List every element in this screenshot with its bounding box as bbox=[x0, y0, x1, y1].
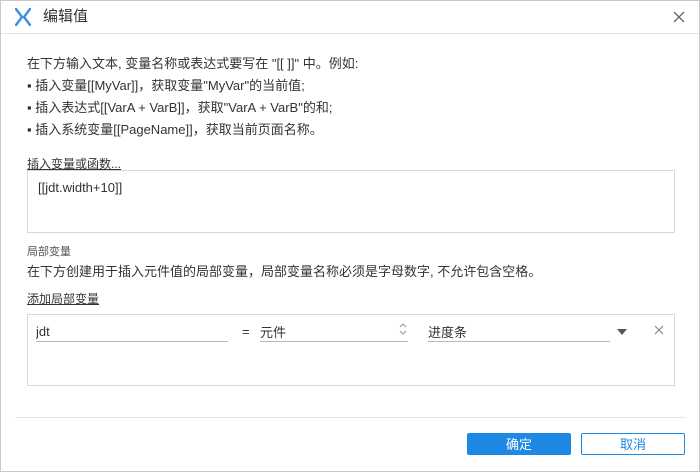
add-local-variable-link[interactable]: 添加局部变量 bbox=[27, 290, 99, 307]
ok-button[interactable]: 确定 bbox=[467, 433, 571, 455]
footer-divider bbox=[15, 417, 685, 418]
variable-type-value: 元件 bbox=[260, 325, 287, 340]
instruction-line: 在下方输入文本, 变量名称或表达式要写在 "[[ ]]" 中。例如: bbox=[27, 56, 359, 71]
window-title: 编辑值 bbox=[43, 8, 89, 25]
local-variables-heading: 局部变量 bbox=[27, 246, 71, 258]
expression-editor[interactable]: [[jdt.width+10]] bbox=[27, 170, 675, 233]
title-bar: 编辑值 bbox=[1, 1, 699, 34]
equals-sign: = bbox=[242, 324, 250, 339]
close-icon[interactable] bbox=[669, 7, 689, 27]
chevron-down-icon[interactable] bbox=[617, 329, 627, 335]
axure-x-logo-icon bbox=[15, 8, 31, 26]
cancel-button[interactable]: 取消 bbox=[581, 433, 685, 455]
instructions-section: 在下方输入文本, 变量名称或表达式要写在 "[[ ]]" 中。例如: ▪ 插入变… bbox=[27, 53, 675, 173]
edit-value-dialog: 编辑值 在下方输入文本, 变量名称或表达式要写在 "[[ ]]" 中。例如: ▪… bbox=[0, 0, 700, 472]
variable-name-input[interactable] bbox=[36, 321, 228, 342]
instruction-line: ▪ 插入变量[[MyVar]]，获取变量"MyVar"的当前值; bbox=[27, 78, 305, 93]
local-variable-row: = 元件 进度条 bbox=[28, 315, 674, 349]
delete-variable-icon[interactable] bbox=[653, 324, 665, 336]
target-widget-select[interactable]: 进度条 bbox=[428, 321, 610, 342]
instruction-line: ▪ 插入系统变量[[PageName]]，获取当前页面名称。 bbox=[27, 122, 323, 137]
target-widget-value: 进度条 bbox=[428, 325, 468, 340]
local-variables-description: 在下方创建用于插入元件值的局部变量，局部变量名称必须是字母数字, 不允许包含空格… bbox=[27, 264, 542, 279]
expression-text[interactable]: [[jdt.width+10]] bbox=[38, 180, 122, 195]
up-down-arrows-icon bbox=[399, 323, 407, 335]
instructions-text: 在下方输入文本, 变量名称或表达式要写在 "[[ ]]" 中。例如: ▪ 插入变… bbox=[27, 53, 675, 141]
insert-variable-or-function-link[interactable]: 插入变量或函数... bbox=[27, 157, 121, 171]
variable-type-select[interactable]: 元件 bbox=[260, 321, 408, 342]
local-variables-list: = 元件 进度条 bbox=[27, 314, 675, 386]
instruction-line: ▪ 插入表达式[[VarA + VarB]]，获取"VarA + VarB"的和… bbox=[27, 100, 333, 115]
